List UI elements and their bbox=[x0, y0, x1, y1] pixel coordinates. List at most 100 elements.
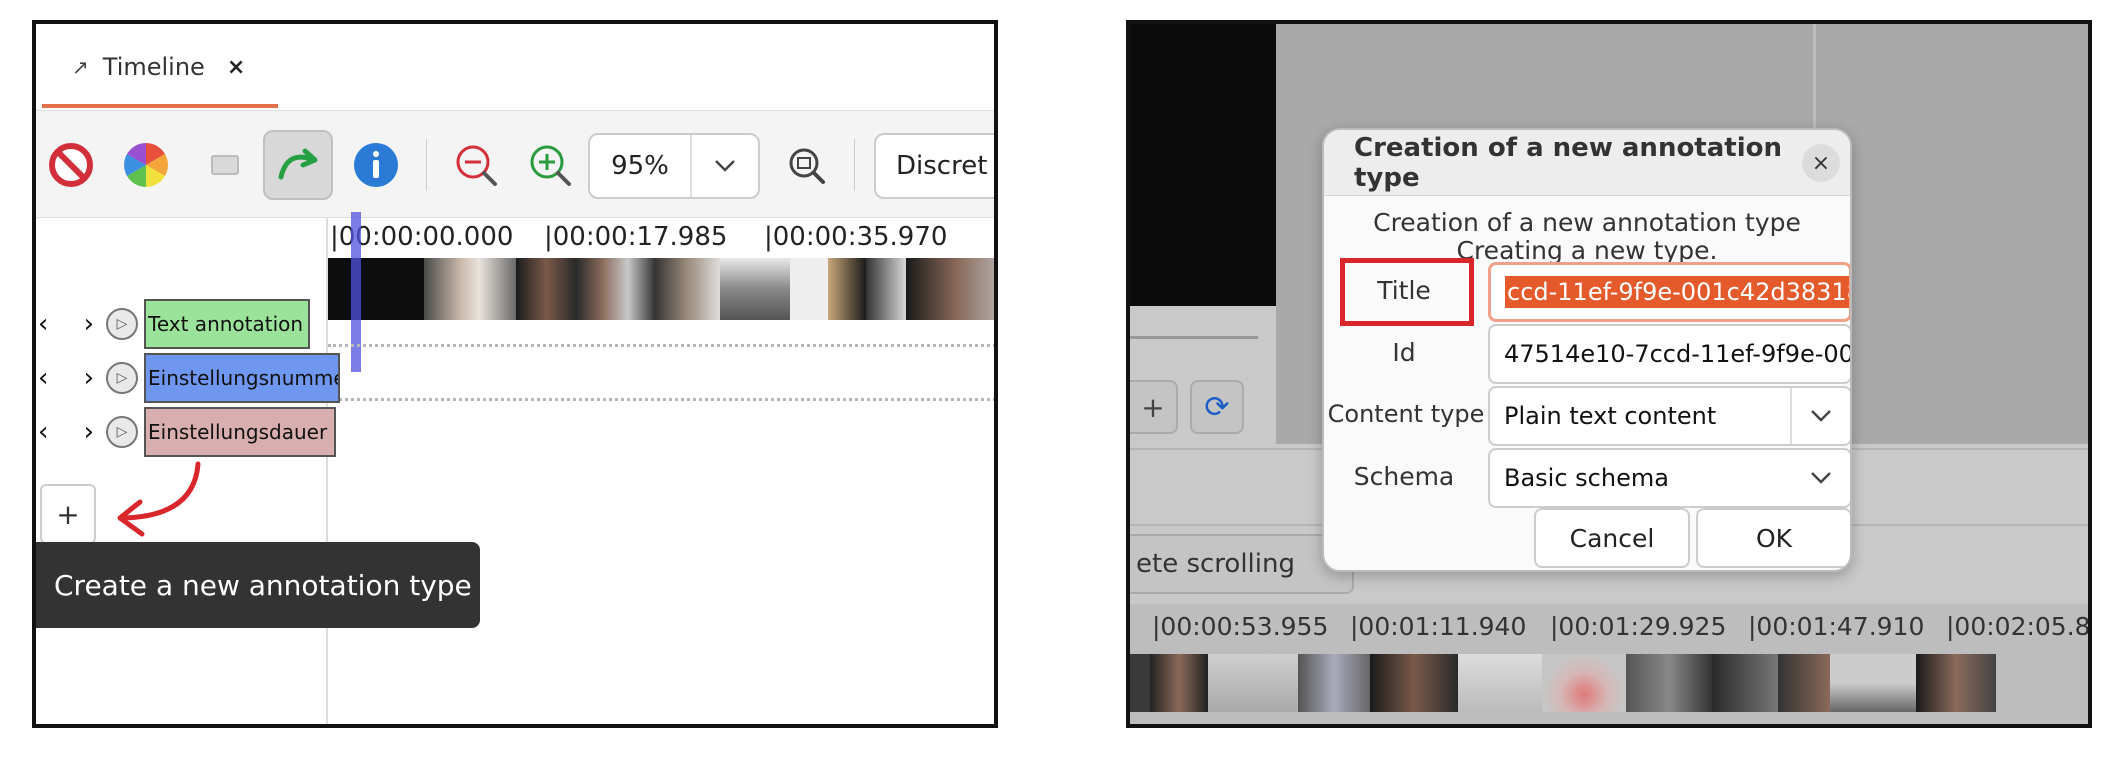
playhead-cursor[interactable] bbox=[351, 212, 361, 372]
content-type-label: Content type bbox=[1327, 400, 1485, 428]
schema-select[interactable]: Basic schema bbox=[1488, 448, 1850, 508]
film-frame bbox=[654, 258, 720, 320]
film-frame bbox=[1150, 654, 1208, 712]
video-preview bbox=[1130, 24, 1276, 306]
info-icon[interactable] bbox=[346, 111, 406, 219]
film-frame bbox=[328, 258, 424, 320]
timecode-ruler: |00:00:00.000 |00:00:17.985 |00:00:35.97… bbox=[36, 218, 994, 258]
annotation-type-label[interactable]: Einstellungsdauer bbox=[144, 407, 336, 457]
dialog-screenshot-panel: + ⟳ ete scrolling |00:00:53.955 |00:01:1… bbox=[1126, 20, 2092, 728]
film-frame bbox=[1298, 654, 1370, 712]
film-frame bbox=[1916, 654, 1996, 712]
film-frame bbox=[1830, 654, 1916, 712]
scroll-mode-label: ete scrolling bbox=[1136, 549, 1295, 579]
new-annotation-type-dialog: Creation of a new annotation type × Crea… bbox=[1322, 128, 1852, 572]
film-frame bbox=[1542, 654, 1626, 712]
tab-active-underline bbox=[42, 104, 278, 108]
annotation-type-row: ‹ › ▷ Einstellungsdauer bbox=[36, 406, 336, 458]
timecode: |00:01:11.940 bbox=[1350, 612, 1527, 641]
play-icon[interactable]: ▷ bbox=[106, 416, 138, 448]
no-entry-icon[interactable] bbox=[42, 111, 100, 219]
play-icon[interactable]: ▷ bbox=[106, 362, 138, 394]
film-frame bbox=[866, 258, 906, 320]
id-value: 47514e10-7ccd-11ef-9f9e-00 bbox=[1504, 340, 1852, 368]
external-link-icon[interactable]: ↗ bbox=[72, 55, 89, 79]
nav-arrows: ‹ › bbox=[36, 363, 106, 393]
film-frame bbox=[1712, 654, 1778, 712]
timecode: |00:00:35.970 bbox=[764, 222, 948, 252]
schema-label: Schema bbox=[1353, 462, 1455, 491]
timecode: |00:01:47.910 bbox=[1748, 612, 1925, 641]
content-type-value: Plain text content bbox=[1504, 402, 1717, 430]
film-frame bbox=[576, 258, 654, 320]
divider bbox=[1130, 336, 1258, 339]
id-field[interactable]: 47514e10-7ccd-11ef-9f9e-00 bbox=[1488, 324, 1852, 384]
track-line bbox=[328, 344, 994, 347]
tab-label: Timeline bbox=[102, 53, 205, 81]
scroll-mode-combobox[interactable]: Discret bbox=[874, 133, 994, 199]
add-button[interactable]: + bbox=[1130, 380, 1178, 434]
ok-button[interactable]: OK bbox=[1696, 508, 1850, 568]
tab-bar: ↗ Timeline × bbox=[36, 24, 994, 110]
zoom-value[interactable]: 95% bbox=[590, 135, 692, 197]
chevron-right-icon[interactable]: › bbox=[84, 309, 94, 339]
chevron-left-icon[interactable]: ‹ bbox=[38, 309, 48, 339]
annotation-type-row: ‹ › ▷ Einstellungsnummer bbox=[36, 352, 340, 404]
timeline-panel: ↗ Timeline × 95% Discret |00:00:00.000 |… bbox=[32, 20, 998, 728]
toolbar-separator bbox=[854, 139, 855, 191]
chevron-left-icon[interactable]: ‹ bbox=[38, 363, 48, 393]
pointer-arrow-icon bbox=[117, 461, 201, 537]
content-type-select[interactable]: Plain text content bbox=[1488, 386, 1850, 446]
annotation-type-row: ‹ › ▷ Text annotation bbox=[36, 298, 310, 350]
chevron-down-icon[interactable] bbox=[1810, 466, 1832, 491]
scroll-mode-combobox[interactable]: ete scrolling bbox=[1130, 534, 1354, 594]
chevron-down-icon[interactable] bbox=[1810, 404, 1832, 429]
film-frame bbox=[828, 258, 866, 320]
chevron-right-icon[interactable]: › bbox=[84, 417, 94, 447]
video-filmstrip[interactable] bbox=[328, 258, 994, 320]
dialog-subtitle: Creation of a new annotation type bbox=[1373, 208, 1801, 237]
timecode: |00:02:05.89 bbox=[1946, 612, 2092, 641]
nav-arrows: ‹ › bbox=[36, 417, 106, 447]
schema-value: Basic schema bbox=[1504, 464, 1669, 492]
rectangle-icon[interactable] bbox=[200, 111, 250, 219]
title-field[interactable]: ccd-11ef-9f9e-001c42d38318 bbox=[1488, 262, 1850, 322]
track-line bbox=[328, 398, 994, 401]
tab-close-icon[interactable]: × bbox=[227, 55, 245, 80]
timecode-ruler: |00:00:53.955 |00:01:11.940 |00:01:29.92… bbox=[1130, 604, 2088, 724]
zoom-out-icon[interactable] bbox=[446, 111, 506, 219]
dropdown-separator bbox=[1790, 388, 1792, 444]
film-frame bbox=[906, 258, 994, 320]
chevron-left-icon[interactable]: ‹ bbox=[38, 417, 48, 447]
zoom-in-icon[interactable] bbox=[520, 111, 580, 219]
film-frame bbox=[1208, 654, 1298, 712]
track-header-divider bbox=[326, 218, 328, 724]
id-label: Id bbox=[1392, 338, 1416, 367]
zoom-combobox[interactable]: 95% bbox=[588, 133, 760, 199]
film-frame bbox=[790, 258, 828, 320]
video-filmstrip[interactable] bbox=[1130, 654, 2088, 712]
play-icon[interactable]: ▷ bbox=[106, 308, 138, 340]
annotation-type-label[interactable]: Text annotation bbox=[144, 299, 310, 349]
film-frame bbox=[1778, 654, 1830, 712]
film-frame bbox=[1130, 654, 1150, 712]
toolbar-separator bbox=[426, 139, 427, 191]
cancel-button[interactable]: Cancel bbox=[1534, 508, 1690, 568]
tab-timeline[interactable]: ↗ Timeline × bbox=[42, 24, 286, 110]
timeline-toolbar: 95% Discret bbox=[36, 110, 994, 218]
annotation-type-label[interactable]: Einstellungsnummer bbox=[144, 353, 340, 403]
timecode: |00:01:29.925 bbox=[1550, 612, 1727, 641]
color-wheel-icon[interactable] bbox=[114, 111, 178, 219]
close-icon[interactable]: × bbox=[1802, 144, 1840, 182]
title-value: ccd-11ef-9f9e-001c42d38318 bbox=[1505, 276, 1849, 308]
film-frame bbox=[1458, 654, 1542, 712]
zoom-fit-icon[interactable] bbox=[776, 111, 836, 219]
chevron-down-icon[interactable] bbox=[692, 135, 758, 197]
tooltip: Create a new annotation type bbox=[36, 542, 480, 628]
timecode: |00:00:53.955 bbox=[1152, 612, 1329, 641]
chevron-right-icon[interactable]: › bbox=[84, 363, 94, 393]
nav-arrows: ‹ › bbox=[36, 309, 106, 339]
refresh-icon[interactable]: ⟳ bbox=[1190, 380, 1244, 434]
film-frame bbox=[516, 258, 576, 320]
redo-arrow-icon[interactable] bbox=[262, 111, 334, 219]
